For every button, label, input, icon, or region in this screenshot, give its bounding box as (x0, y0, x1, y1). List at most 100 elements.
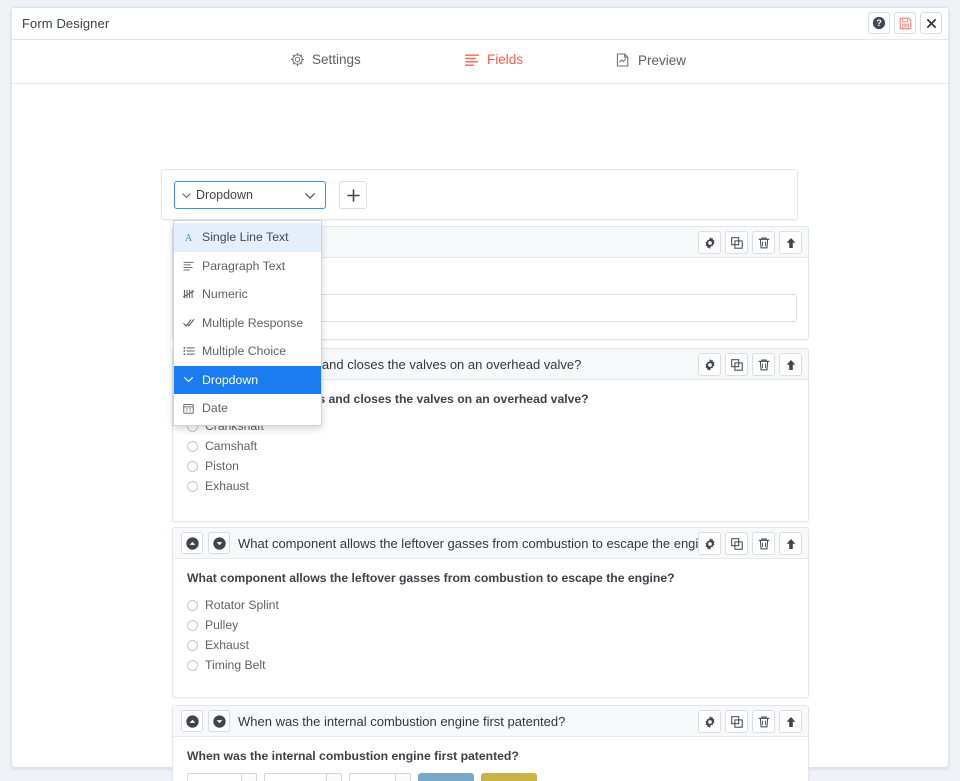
radio-icon (187, 600, 198, 611)
dropdown-option-date[interactable]: Date (174, 394, 321, 423)
collapse-up-button[interactable] (181, 710, 203, 732)
collapse-down-button[interactable] (208, 710, 230, 732)
copy-icon (730, 715, 744, 729)
arrow-up-icon (784, 358, 798, 372)
chevron-down-icon (304, 190, 316, 202)
date-now-button[interactable]: NOW (418, 773, 474, 781)
save-button[interactable] (894, 12, 916, 34)
copy-icon (730, 537, 744, 551)
field-settings-button[interactable] (698, 710, 721, 733)
field-type-select[interactable]: Dropdown (174, 181, 326, 209)
chevron-down-icon (182, 374, 195, 385)
date-clear-button[interactable]: CLEAR (481, 773, 537, 781)
field-move-up-button[interactable] (779, 532, 802, 555)
radio-option-label: Camshaft (205, 439, 257, 453)
field-type-select-value: Dropdown (196, 188, 253, 202)
date-year-select[interactable]: year (187, 773, 257, 781)
radio-option-label: Rotator Splint (205, 598, 279, 612)
field-card-header: What component allows the leftover gasse… (173, 528, 808, 559)
field-card-patent-date: When was the internal combustion engine … (172, 705, 809, 781)
field-settings-button[interactable] (698, 353, 721, 376)
calendar-icon (182, 403, 195, 414)
arrow-up-icon (784, 715, 798, 729)
paragraph-lines-icon (182, 261, 195, 271)
add-field-button[interactable] (339, 181, 367, 209)
field-delete-button[interactable] (752, 710, 775, 733)
field-duplicate-button[interactable] (725, 710, 748, 733)
radio-option[interactable]: Camshaft (187, 436, 794, 456)
radio-option-label: Timing Belt (205, 658, 266, 672)
radio-option-label: Exhaust (205, 479, 249, 493)
question-label: What component allows the leftover gasse… (187, 571, 794, 585)
circle-arrow-up-icon (185, 714, 200, 729)
field-type-picker-card: Dropdown (161, 169, 798, 220)
trash-icon (757, 358, 771, 372)
dropdown-option-dropdown[interactable]: Dropdown (174, 366, 321, 395)
letter-a-icon: A (182, 232, 195, 243)
radio-option-label: Piston (205, 459, 239, 473)
radio-option[interactable]: Rotator Splint (187, 595, 794, 615)
tab-preview[interactable]: Preview (615, 52, 686, 68)
collapse-up-button[interactable] (181, 532, 203, 554)
save-icon (899, 17, 912, 30)
radio-option[interactable]: Exhaust (187, 635, 794, 655)
field-delete-button[interactable] (752, 231, 775, 254)
tab-fields-label: Fields (487, 52, 523, 67)
trash-icon (757, 537, 771, 551)
radio-icon (187, 660, 198, 671)
radio-icon (187, 620, 198, 631)
date-day-select[interactable]: day (349, 773, 411, 781)
dropdown-option-multiple-response[interactable]: Multiple Response (174, 309, 321, 338)
gear-icon (703, 236, 717, 250)
field-delete-button[interactable] (752, 532, 775, 555)
double-check-icon (182, 318, 195, 328)
radio-icon (187, 441, 198, 452)
app-page: Form Designer ? (0, 0, 960, 781)
help-button[interactable]: ? (868, 12, 890, 34)
tab-settings[interactable]: Settings (290, 52, 361, 67)
radio-option[interactable]: Timing Belt (187, 655, 794, 675)
gear-icon (703, 537, 717, 551)
dropdown-option-label: Multiple Choice (202, 344, 286, 358)
spinner-icon (241, 774, 256, 781)
bullet-list-icon (182, 346, 195, 356)
field-type-select-wrapper: Dropdown (174, 181, 326, 209)
field-type-dropdown-menu[interactable]: A Single Line Text Paragraph Text Numeri… (173, 220, 322, 426)
radio-option[interactable]: Piston (187, 456, 794, 476)
window-controls: ? (868, 12, 942, 34)
radio-option[interactable]: Pulley (187, 615, 794, 635)
dropdown-option-paragraph-text[interactable]: Paragraph Text (174, 252, 321, 281)
field-card-exhaust: What component allows the leftover gasse… (172, 527, 809, 698)
dropdown-option-label: Single Line Text (202, 230, 289, 244)
radio-option[interactable]: Exhaust (187, 476, 794, 496)
dropdown-option-single-line-text[interactable]: A Single Line Text (174, 223, 321, 252)
field-delete-button[interactable] (752, 353, 775, 376)
tab-fields[interactable]: Fields (465, 52, 523, 67)
dropdown-option-label: Paragraph Text (202, 259, 285, 273)
question-label: When was the internal combustion engine … (187, 749, 794, 763)
window-titlebar: Form Designer ? (12, 8, 948, 40)
close-button[interactable] (920, 12, 942, 34)
field-card-actions (698, 532, 802, 555)
copy-icon (730, 236, 744, 250)
tally-marks-icon (182, 289, 195, 299)
collapse-down-button[interactable] (208, 532, 230, 554)
dropdown-option-multiple-choice[interactable]: Multiple Choice (174, 337, 321, 366)
field-duplicate-button[interactable] (725, 353, 748, 376)
field-settings-button[interactable] (698, 231, 721, 254)
preview-page-icon (615, 52, 631, 68)
field-move-up-button[interactable] (779, 231, 802, 254)
field-settings-button[interactable] (698, 532, 721, 555)
date-month-select[interactable]: month (264, 773, 342, 781)
radio-option-label: Pulley (205, 618, 238, 632)
radio-icon (187, 461, 198, 472)
field-move-up-button[interactable] (779, 353, 802, 376)
dropdown-option-label: Multiple Response (202, 316, 303, 330)
radio-group: Rotator Splint Pulley Exhaust Timin (187, 595, 794, 675)
field-duplicate-button[interactable] (725, 532, 748, 555)
field-card-title: What component allows the leftover gasse… (238, 536, 720, 551)
radio-icon (187, 640, 198, 651)
dropdown-option-numeric[interactable]: Numeric (174, 280, 321, 309)
field-move-up-button[interactable] (779, 710, 802, 733)
field-duplicate-button[interactable] (725, 231, 748, 254)
